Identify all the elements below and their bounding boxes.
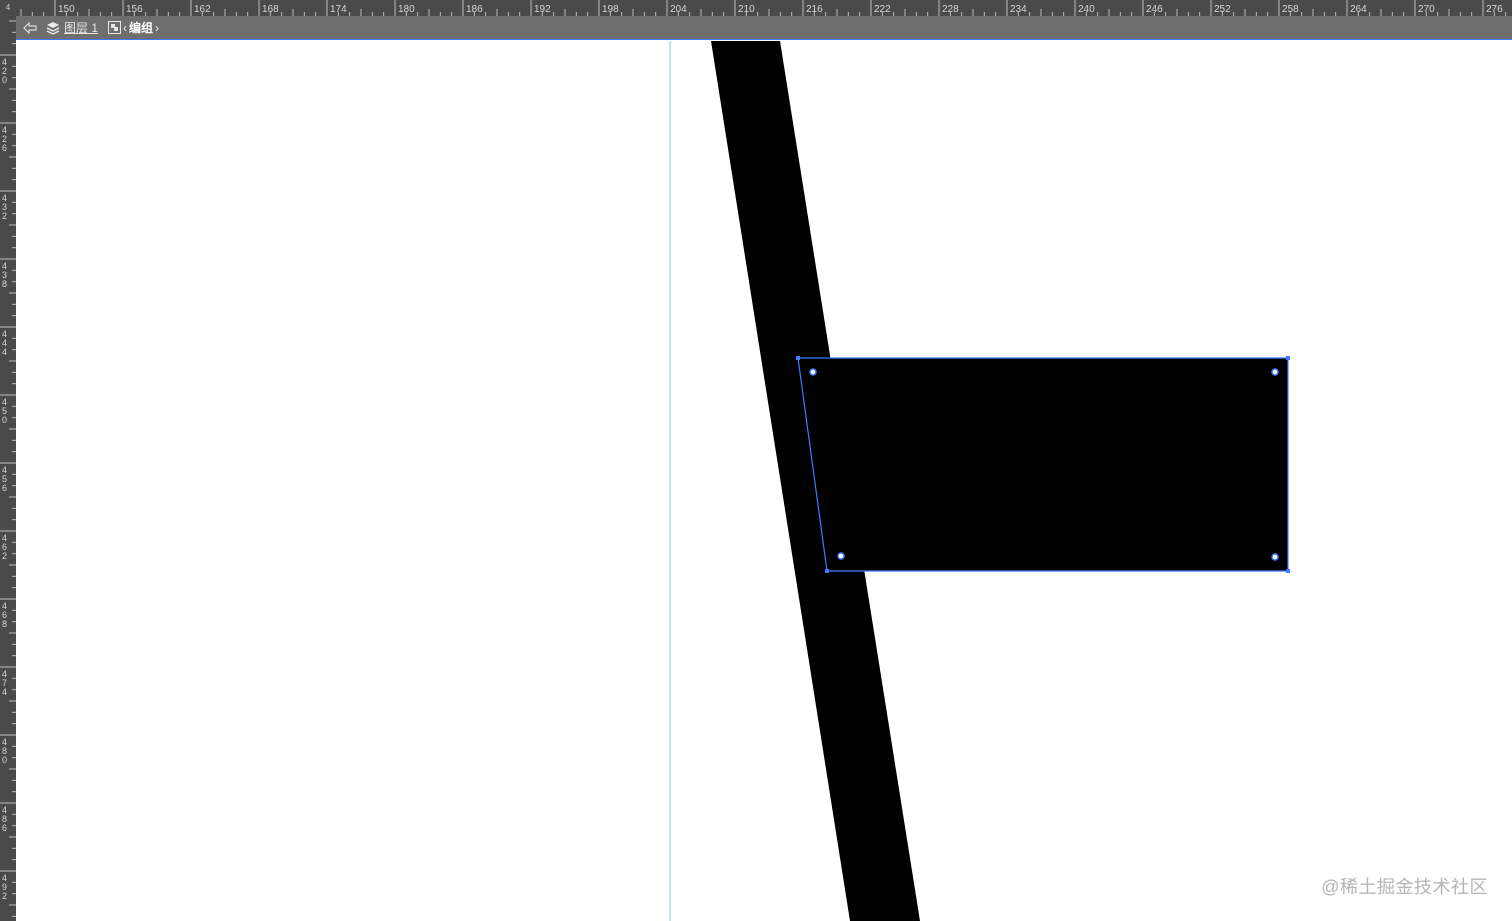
- ruler-label: 6: [2, 143, 7, 153]
- exit-isolation-button[interactable]: [20, 18, 40, 38]
- artboard-canvas[interactable]: [16, 41, 1512, 921]
- ruler-label: 4: [2, 687, 7, 697]
- anchor-point-bottom-left[interactable]: [825, 569, 829, 573]
- ruler-label: 150: [58, 4, 75, 15]
- ruler-label: 228: [942, 4, 959, 15]
- ruler-label: 192: [534, 4, 551, 15]
- ruler-label: 4: [2, 347, 7, 357]
- anchor-point-top-left[interactable]: [796, 356, 800, 360]
- ruler-label: 174: [330, 4, 347, 15]
- canvas-artwork: [669, 41, 1290, 921]
- ruler-label: 252: [1214, 4, 1231, 15]
- arrow-left-icon: [23, 21, 37, 34]
- ruler-label: 2: [2, 891, 7, 901]
- layer-breadcrumb-label: 图层 1: [64, 21, 99, 35]
- ruler-label: 2: [2, 551, 7, 561]
- ruler-label: 186: [466, 4, 483, 15]
- ruler-label: 0: [2, 415, 7, 425]
- ruler-label: 6: [2, 823, 7, 833]
- ruler-corner[interactable]: 4: [0, 0, 16, 16]
- anchor-point-bottom-right[interactable]: [1286, 569, 1290, 573]
- corner-widget-bottom-right[interactable]: [1271, 553, 1279, 561]
- ruler-label: 180: [398, 4, 415, 15]
- horizontal-ruler[interactable]: 150 156 162 168 174 180 186 192 198 204 210 216 222 2…: [0, 0, 1512, 16]
- chevron-right-icon: ›: [155, 20, 160, 35]
- ruler-label: 204: [670, 4, 687, 15]
- layers-icon: [46, 21, 60, 35]
- ruler-label: 240: [1078, 4, 1095, 15]
- ruler-label: 198: [602, 4, 619, 15]
- ruler-label: 210: [738, 4, 755, 15]
- vertical-ruler-ticks: 420426432438444450456462468474480486492: [0, 20, 16, 917]
- selected-rectangle-shape[interactable]: [798, 358, 1288, 571]
- group-breadcrumb-label[interactable]: 编组: [129, 19, 153, 36]
- isolation-breadcrumb-bar: 图层 1 ‹ 编组 ›: [16, 16, 1512, 40]
- ruler-label: 234: [1010, 4, 1027, 15]
- horizontal-ruler-ticks: 150 156 162 168 174 180 186 192 198 204 210 216 222 2…: [20, 0, 1507, 16]
- watermark: @稀土掘金技术社区: [1321, 877, 1488, 897]
- chevron-left-icon: ‹: [123, 20, 128, 35]
- ruler-label: 258: [1282, 4, 1299, 15]
- ruler-label: 246: [1146, 4, 1163, 15]
- ruler-label: 6: [2, 483, 7, 493]
- ruler-label: 0: [2, 75, 7, 85]
- corner-widget-top-left[interactable]: [809, 368, 817, 376]
- corner-widget-bottom-left[interactable]: [837, 552, 845, 560]
- ruler-label: 168: [262, 4, 279, 15]
- corner-widget-top-right[interactable]: [1271, 368, 1279, 376]
- vertical-ruler[interactable]: 420426432438444450456462468474480486492: [0, 16, 16, 921]
- layer-breadcrumb-button[interactable]: 图层 1: [46, 18, 98, 38]
- ruler-label: 2: [2, 211, 7, 221]
- ruler-label: 264: [1350, 4, 1367, 15]
- ruler-label: 222: [874, 4, 891, 15]
- group-icon: [108, 21, 122, 34]
- ruler-label: 162: [194, 4, 211, 15]
- ruler-label: 8: [2, 619, 7, 629]
- anchor-point-top-right[interactable]: [1286, 356, 1290, 360]
- ruler-label: 216: [806, 4, 823, 15]
- ruler-label: 156: [126, 4, 143, 15]
- ruler-label: 8: [2, 279, 7, 289]
- ruler-corner-label: 4: [5, 3, 11, 12]
- ruler-label: 276: [1486, 4, 1503, 15]
- ruler-label: 270: [1418, 4, 1435, 15]
- ruler-label: 0: [2, 755, 7, 765]
